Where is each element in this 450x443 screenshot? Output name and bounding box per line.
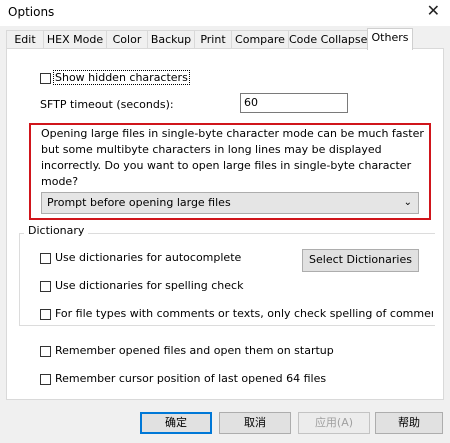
large-files-dropdown-value: Prompt before opening large files — [47, 196, 231, 209]
tab-print[interactable]: Print — [194, 30, 232, 49]
remember-cursor-label[interactable]: Remember cursor position of last opened … — [55, 372, 326, 385]
comments-only-checkbox[interactable] — [40, 309, 51, 320]
show-hidden-label[interactable]: Show hidden characters — [53, 70, 190, 85]
sftp-timeout-input[interactable]: 60 — [240, 93, 348, 113]
autocomplete-label[interactable]: Use dictionaries for autocomplete — [55, 251, 241, 264]
sftp-timeout-label: SFTP timeout (seconds): — [40, 98, 174, 111]
cancel-button[interactable]: 取消 — [219, 412, 291, 434]
select-dictionaries-button[interactable]: Select Dictionaries — [302, 249, 419, 272]
window-title: Options — [8, 5, 55, 19]
spelling-check-checkbox[interactable] — [40, 281, 51, 292]
dictionary-group-title: Dictionary — [24, 224, 89, 237]
ok-button[interactable]: 确定 — [140, 412, 212, 434]
tab-code-collapse[interactable]: Code Collapse — [288, 30, 368, 49]
spelling-check-label[interactable]: Use dictionaries for spelling check — [55, 279, 243, 292]
large-files-dropdown[interactable]: Prompt before opening large files ⌄ — [41, 192, 419, 214]
remember-cursor-checkbox[interactable] — [40, 374, 51, 385]
tab-hex-mode[interactable]: HEX Mode — [43, 30, 107, 49]
chevron-down-icon: ⌄ — [403, 197, 412, 208]
close-icon[interactable]: ✕ — [427, 1, 440, 21]
show-hidden-checkbox[interactable] — [40, 73, 51, 84]
tab-color[interactable]: Color — [106, 30, 148, 49]
large-files-message: Opening large files in single-byte chara… — [41, 127, 424, 188]
help-button[interactable]: 帮助 — [375, 412, 443, 434]
title-bar: Options ✕ — [0, 0, 450, 26]
autocomplete-checkbox[interactable] — [40, 253, 51, 264]
remember-files-label[interactable]: Remember opened files and open them on s… — [55, 344, 334, 357]
tab-compare[interactable]: Compare — [231, 30, 289, 49]
tab-backup[interactable]: Backup — [147, 30, 195, 49]
comments-only-label[interactable]: For file types with comments or texts, o… — [55, 307, 433, 320]
remember-files-checkbox[interactable] — [40, 346, 51, 357]
apply-button[interactable]: 应用(A) — [298, 412, 370, 434]
tab-others[interactable]: Others — [367, 28, 413, 50]
tab-edit[interactable]: Edit — [6, 30, 44, 49]
